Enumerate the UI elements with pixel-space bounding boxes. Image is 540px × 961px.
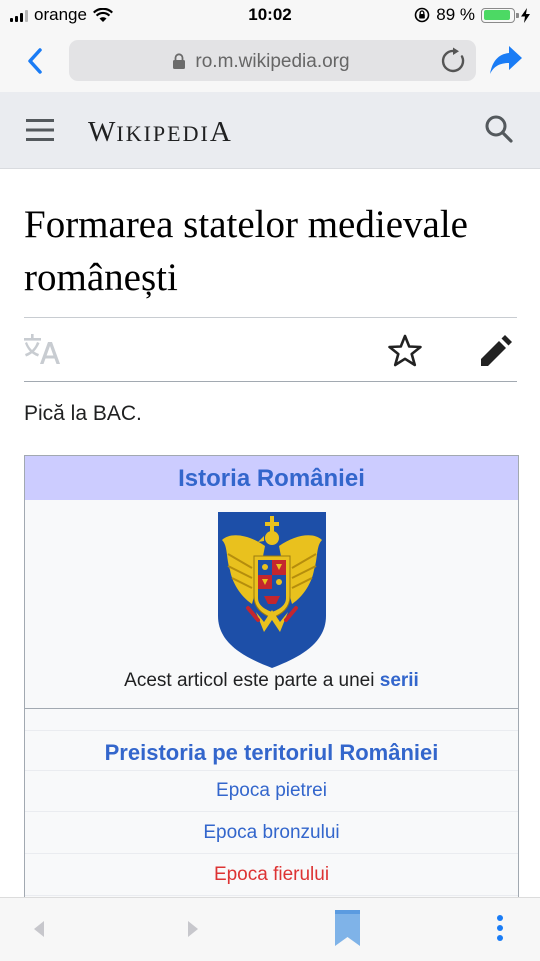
page-actions [24, 318, 517, 382]
battery-percent: 89 % [436, 5, 475, 24]
wordmark-initial: W [88, 116, 117, 148]
wordmark-middle: IKIPEDI [116, 121, 210, 146]
intro-text: Pică la BAC. [24, 402, 142, 425]
battery-icon [481, 7, 519, 23]
nav-back-icon[interactable] [32, 920, 46, 938]
back-icon[interactable] [26, 47, 44, 75]
menu-icon[interactable] [26, 119, 54, 141]
wiki-header: WIKIPEDIA [0, 92, 540, 169]
url-text: ro.m.wikipedia.org [195, 51, 350, 72]
address-bar[interactable]: ro.m.wikipedia.org [69, 40, 476, 81]
infobox-title[interactable]: Istoria României [25, 456, 518, 500]
infobox-link-epoca-pietrei[interactable]: Epoca pietrei [25, 780, 518, 802]
infobox-row-divider [25, 770, 518, 771]
edit-icon[interactable] [479, 334, 513, 368]
lock-rotation-icon [414, 7, 430, 23]
infobox-caption: Acest articol este parte a unei serii [25, 670, 518, 692]
star-icon[interactable] [388, 334, 422, 367]
infobox-row-divider [25, 730, 518, 731]
nav-forward-icon[interactable] [186, 920, 200, 938]
reload-icon[interactable] [440, 47, 468, 75]
page-title: Formarea statelor medievale românești [24, 203, 468, 299]
status-bar: orange 10:02 89 % [0, 0, 540, 30]
infobox-link-epoca-bronzului[interactable]: Epoca bronzului [25, 822, 518, 844]
infobox-divider [25, 708, 518, 709]
actions-divider [24, 381, 517, 382]
caption-link-serii[interactable]: serii [380, 670, 419, 691]
infobox-row-divider [25, 895, 518, 896]
caption-text: Acest articol este parte a unei [124, 670, 380, 691]
charging-icon [521, 7, 530, 23]
bottom-toolbar [0, 897, 540, 961]
wordmark-final: A [209, 116, 232, 148]
infobox-section-heading[interactable]: Preistoria pe teritoriul României [25, 740, 518, 766]
infobox-link-epoca-fierului[interactable]: Epoca fierului [25, 864, 518, 886]
status-right: 89 % [414, 5, 530, 25]
infobox-row-divider [25, 811, 518, 812]
language-icon[interactable] [24, 334, 60, 364]
bookmarks-icon[interactable] [335, 910, 360, 946]
browser-toolbar: ro.m.wikipedia.org [0, 30, 540, 92]
share-icon[interactable] [489, 44, 523, 76]
infobox: Istoria României Acest articol este part… [24, 455, 519, 905]
wikipedia-wordmark[interactable]: WIKIPEDIA [88, 116, 232, 149]
search-icon[interactable] [484, 114, 514, 144]
coat-of-arms-icon[interactable] [218, 512, 326, 668]
infobox-row-divider [25, 853, 518, 854]
more-icon[interactable] [496, 915, 504, 941]
